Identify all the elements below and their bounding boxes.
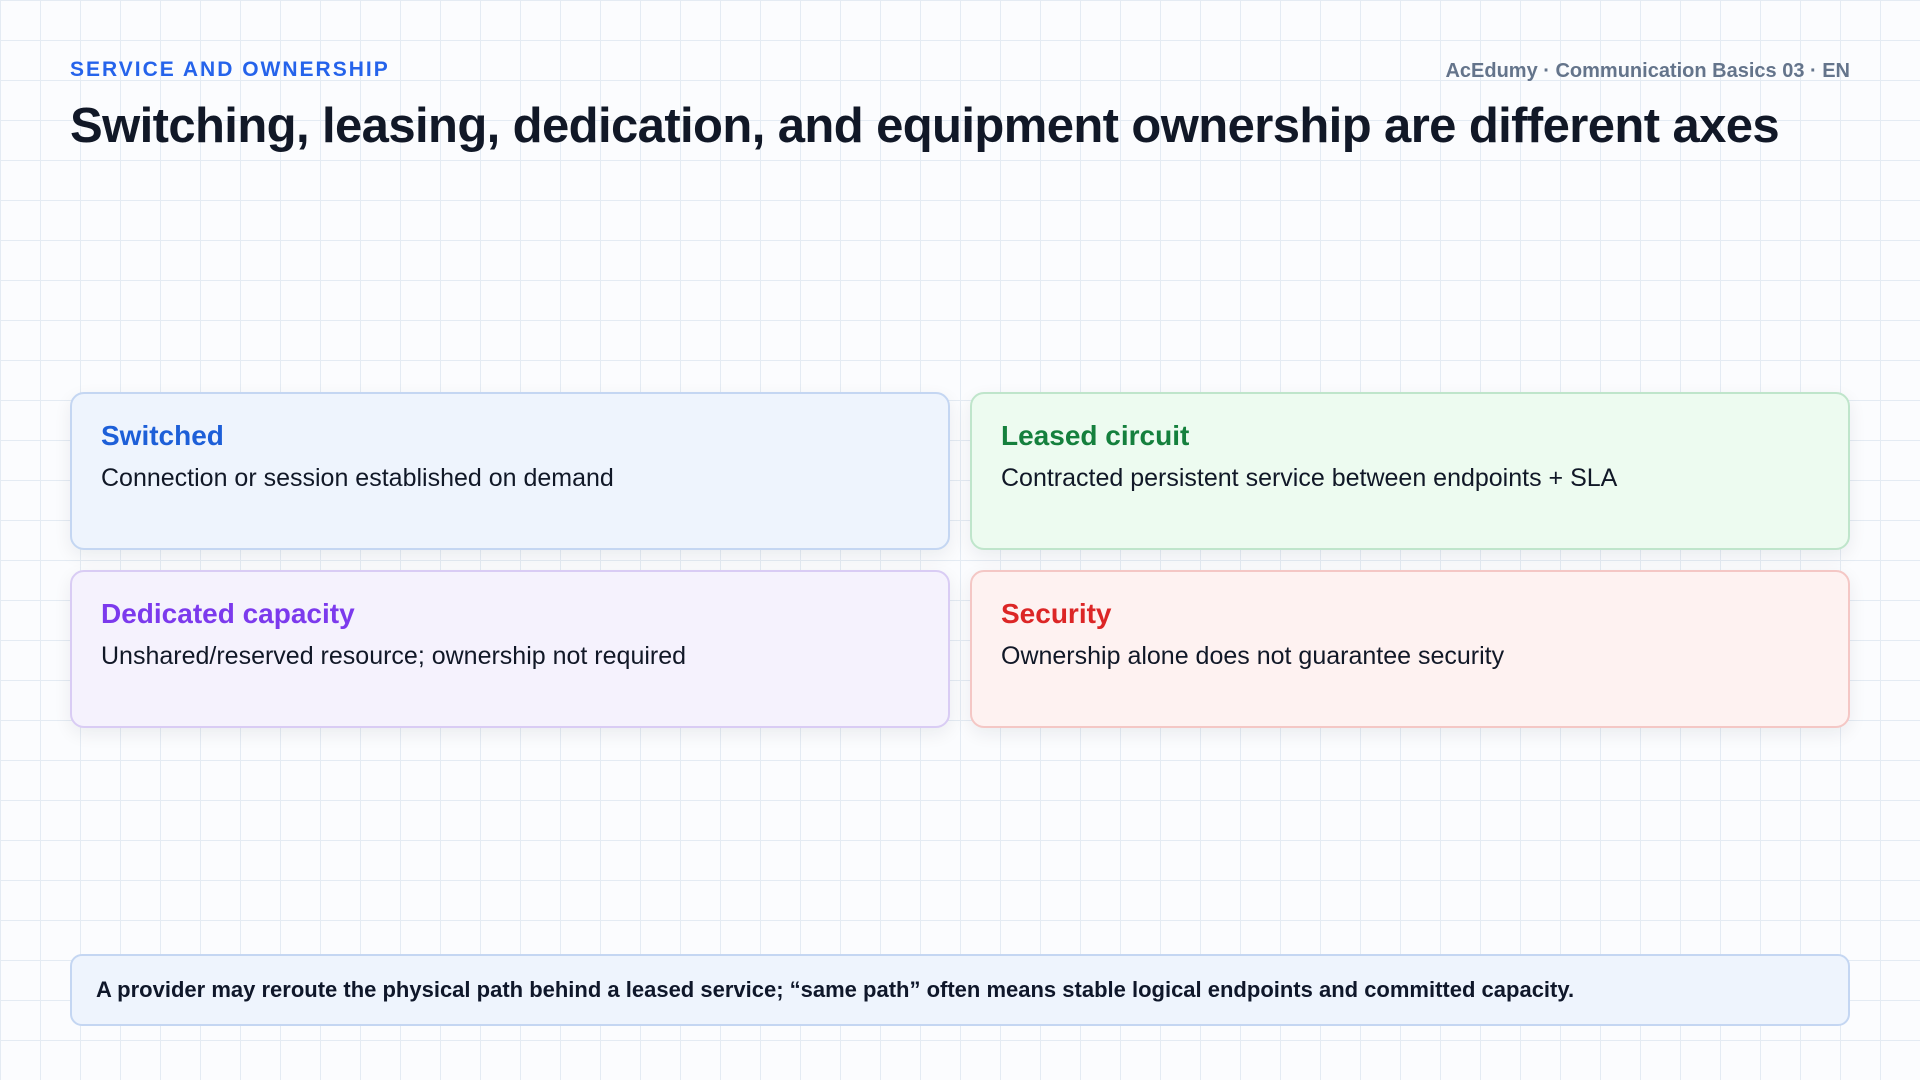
section-eyebrow: SERVICE AND OWNERSHIP	[70, 58, 390, 81]
card-title: Leased circuit	[1001, 420, 1190, 451]
footnote-text: A provider may reroute the physical path…	[96, 977, 1575, 1002]
card-switched: Switched Connection or session establish…	[70, 392, 950, 550]
card-body: Ownership alone does not guarantee secur…	[1001, 642, 1505, 670]
card-body: Contracted persistent service between en…	[1001, 464, 1618, 492]
card-body: Connection or session established on dem…	[101, 464, 614, 492]
card-body: Unshared/reserved resource; ownership no…	[101, 642, 687, 670]
card-title: Switched	[101, 420, 224, 451]
concept-grid: Switched Connection or session establish…	[70, 392, 1850, 728]
footnote-callout: A provider may reroute the physical path…	[70, 954, 1850, 1026]
card-title: Security	[1001, 598, 1112, 629]
card-title: Dedicated capacity	[101, 598, 355, 629]
course-meta: AcEdumy · Communication Basics 03 · EN	[1445, 60, 1850, 82]
page-title: Switching, leasing, dedication, and equi…	[70, 99, 1780, 153]
card-leased-circuit: Leased circuit Contracted persistent ser…	[970, 392, 1850, 550]
card-security: Security Ownership alone does not guaran…	[970, 570, 1850, 728]
card-dedicated-capacity: Dedicated capacity Unshared/reserved res…	[70, 570, 950, 728]
